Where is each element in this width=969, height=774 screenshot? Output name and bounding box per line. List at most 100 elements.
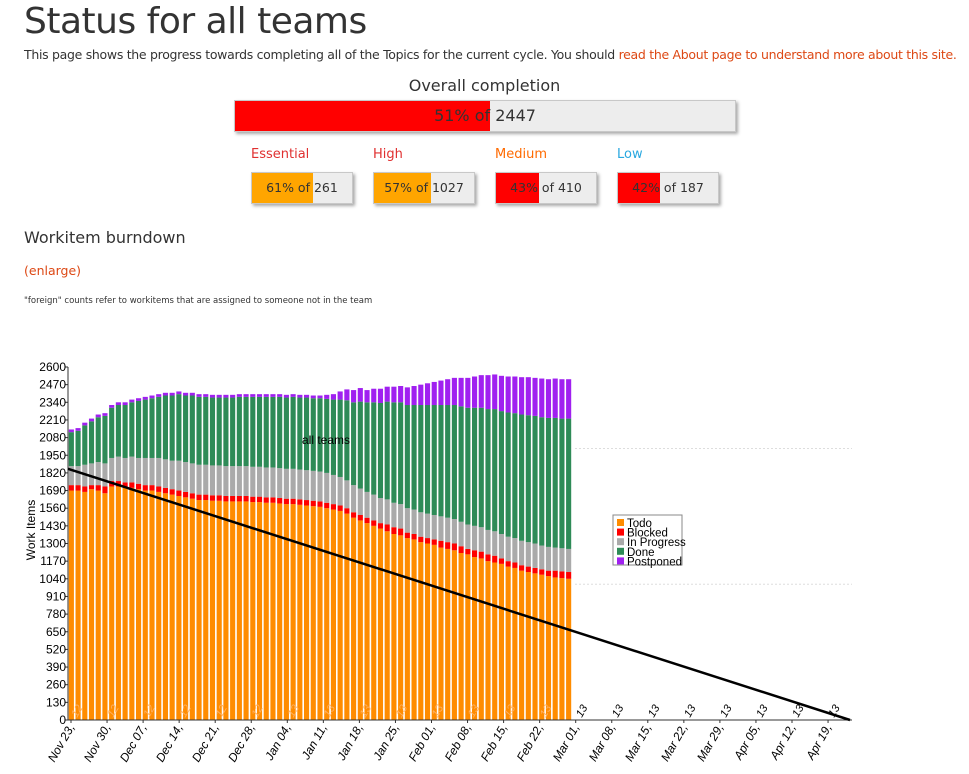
y-tick-label: 1170	[40, 554, 66, 568]
bar-postponed	[431, 381, 437, 406]
bar-blocked	[68, 485, 74, 491]
bar-postponed	[310, 395, 316, 399]
bar-postponed	[109, 405, 115, 408]
bar-todo	[559, 578, 565, 720]
bar-in-progress	[149, 457, 155, 486]
bar-blocked	[75, 485, 81, 491]
bar-in-progress	[545, 546, 552, 571]
bar-in-progress	[344, 480, 350, 509]
bar-postponed	[88, 418, 95, 422]
bar-postponed	[465, 377, 471, 408]
bar-in-progress	[310, 470, 316, 501]
bar-todo	[82, 491, 88, 720]
y-tick-label: 1300	[39, 537, 66, 551]
bar-postponed	[250, 394, 256, 397]
bar-blocked	[256, 496, 263, 503]
about-page-link[interactable]: read the About page to understand more a…	[619, 47, 957, 62]
bar-in-progress	[142, 457, 148, 486]
y-tick-label: 390	[46, 660, 66, 674]
bar-done	[418, 405, 424, 513]
priority-label-low: Low	[617, 147, 643, 162]
bar-postponed	[230, 394, 236, 398]
bar-in-progress	[169, 460, 175, 490]
bar-in-progress	[391, 502, 397, 528]
bar-done	[485, 409, 491, 530]
legend-label: Postponed	[627, 556, 682, 568]
bar-todo	[136, 489, 142, 720]
bar-done	[411, 405, 417, 510]
x-tick-label: Apr 05,	[731, 722, 763, 763]
x-tick-year: 13	[574, 702, 591, 719]
bar-blocked	[310, 500, 316, 507]
bar-blocked	[283, 498, 289, 505]
bar-blocked	[129, 482, 135, 488]
bar-blocked	[189, 493, 195, 499]
bar-postponed	[330, 394, 336, 400]
bar-done	[525, 415, 531, 543]
bar-todo	[115, 486, 121, 720]
bar-blocked	[351, 512, 357, 518]
y-tick-label: 2470	[39, 378, 66, 392]
bar-blocked	[492, 555, 498, 563]
y-tick-label: 650	[46, 625, 66, 639]
bar-todo	[95, 490, 101, 720]
bar-todo	[472, 557, 478, 720]
bar-blocked	[559, 571, 565, 579]
bar-done	[183, 395, 189, 463]
bar-postponed	[102, 413, 108, 416]
bar-blocked	[545, 570, 552, 577]
y-tick-label: 1690	[39, 484, 66, 498]
bar-todo	[512, 567, 518, 720]
bar-postponed	[445, 379, 451, 406]
burndown-heading: Workitem burndown	[24, 228, 186, 247]
bar-todo	[183, 497, 189, 720]
y-tick-label: 910	[46, 589, 66, 603]
bar-in-progress	[492, 531, 498, 556]
bar-blocked	[424, 538, 431, 544]
bar-in-progress	[418, 512, 424, 537]
bar-todo	[337, 510, 343, 720]
x-tick-label: Jan 04,	[262, 722, 294, 764]
bar-in-progress	[304, 470, 310, 501]
bar-todo	[566, 578, 572, 720]
bar-in-progress	[431, 514, 437, 540]
bar-blocked	[142, 485, 148, 491]
bar-in-progress	[377, 498, 384, 524]
bar-todo	[189, 498, 195, 720]
bar-done	[270, 396, 276, 468]
bar-in-progress	[398, 504, 404, 529]
bar-blocked	[532, 567, 538, 574]
legend-swatch-todo	[617, 519, 624, 526]
bar-done	[398, 402, 404, 505]
bar-postponed	[519, 377, 525, 415]
bar-in-progress	[330, 474, 336, 505]
bar-done	[115, 405, 121, 457]
bar-done	[223, 397, 229, 467]
bar-in-progress	[451, 519, 457, 544]
bar-done	[82, 425, 88, 465]
bar-blocked	[478, 551, 484, 559]
x-tick-year: 13	[610, 702, 627, 719]
bar-postponed	[129, 399, 135, 403]
bar-in-progress	[176, 460, 182, 491]
bar-postponed	[169, 392, 175, 396]
x-tick-label: Mar 01,	[550, 722, 582, 764]
bar-todo	[156, 491, 162, 720]
bar-blocked	[552, 570, 558, 578]
priority-progress-bar-low: 42% of 187	[617, 172, 719, 204]
x-tick-label: Nov 23,	[45, 722, 78, 765]
bar-todo	[162, 493, 168, 720]
x-tick-label: Dec 21,	[189, 722, 222, 765]
bar-in-progress	[250, 466, 256, 497]
y-axis-label: Work Items	[24, 500, 38, 560]
bar-done	[216, 397, 222, 466]
bar-blocked	[391, 527, 397, 534]
bar-todo	[391, 533, 397, 720]
x-tick-year: 13	[682, 702, 699, 719]
enlarge-link[interactable]: (enlarge)	[24, 263, 81, 278]
bar-postponed	[263, 394, 269, 397]
bar-todo	[330, 509, 336, 720]
x-tick-label: Feb 22,	[514, 722, 546, 764]
priority-progress-label: 61% of 261	[266, 180, 338, 195]
x-tick-label: Dec 14,	[153, 722, 186, 765]
